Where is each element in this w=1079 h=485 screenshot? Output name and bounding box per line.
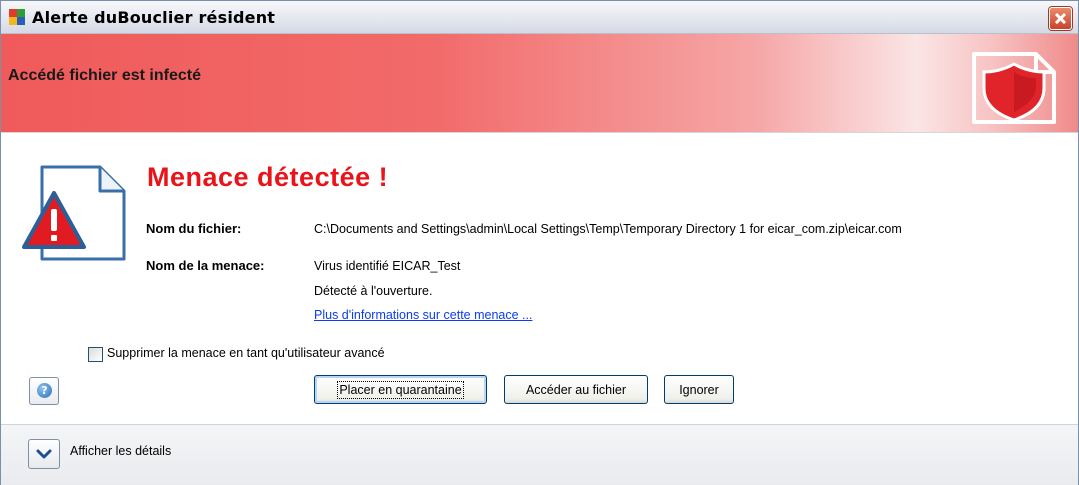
access-file-button[interactable]: Accéder au fichier [504, 375, 648, 404]
window-title: Alerte duBouclier résident [32, 8, 276, 27]
ignore-button[interactable]: Ignorer [664, 375, 734, 404]
show-details-button[interactable] [28, 439, 60, 469]
chevron-down-icon [36, 449, 52, 459]
more-info-link[interactable]: Plus d'informations sur cette menace ... [314, 308, 532, 322]
threat-title: Menace détectée ! [147, 162, 389, 192]
quarantine-button[interactable]: Placer en quarantaine [314, 375, 487, 404]
advanced-remove-label[interactable]: Supprimer la menace en tant qu'utilisate… [107, 346, 385, 360]
shield-icon [972, 52, 1056, 124]
close-icon[interactable] [1049, 7, 1072, 30]
detected-on-open-text: Détecté à l'ouverture. [314, 284, 433, 298]
avg-logo-icon [9, 9, 25, 25]
quarantine-button-label: Placer en quarantaine [337, 381, 464, 399]
ignore-button-label: Ignorer [679, 383, 719, 397]
access-file-button-label: Accéder au fichier [525, 383, 627, 397]
threat-name-value: Virus identifié EICAR_Test [314, 259, 461, 273]
banner-text: Accédé fichier est infecté [8, 67, 201, 84]
advanced-remove-checkbox[interactable] [88, 347, 103, 362]
alert-window: Alerte duBouclier résident Accédé fichie… [0, 0, 1079, 485]
file-name-label: Nom du fichier: [146, 221, 242, 236]
threat-name-label: Nom de la menace: [146, 258, 265, 273]
warning-document-icon [22, 165, 126, 261]
file-name-value: C:\Documents and Settings\admin\Local Se… [314, 222, 902, 236]
help-icon: ? [37, 383, 52, 398]
details-footer: Afficher les détails [1, 424, 1078, 485]
help-button[interactable]: ? [29, 377, 59, 405]
show-details-label[interactable]: Afficher les détails [70, 444, 171, 458]
title-bar[interactable]: Alerte duBouclier résident [1, 1, 1078, 34]
alert-banner: Accédé fichier est infecté [1, 34, 1078, 133]
